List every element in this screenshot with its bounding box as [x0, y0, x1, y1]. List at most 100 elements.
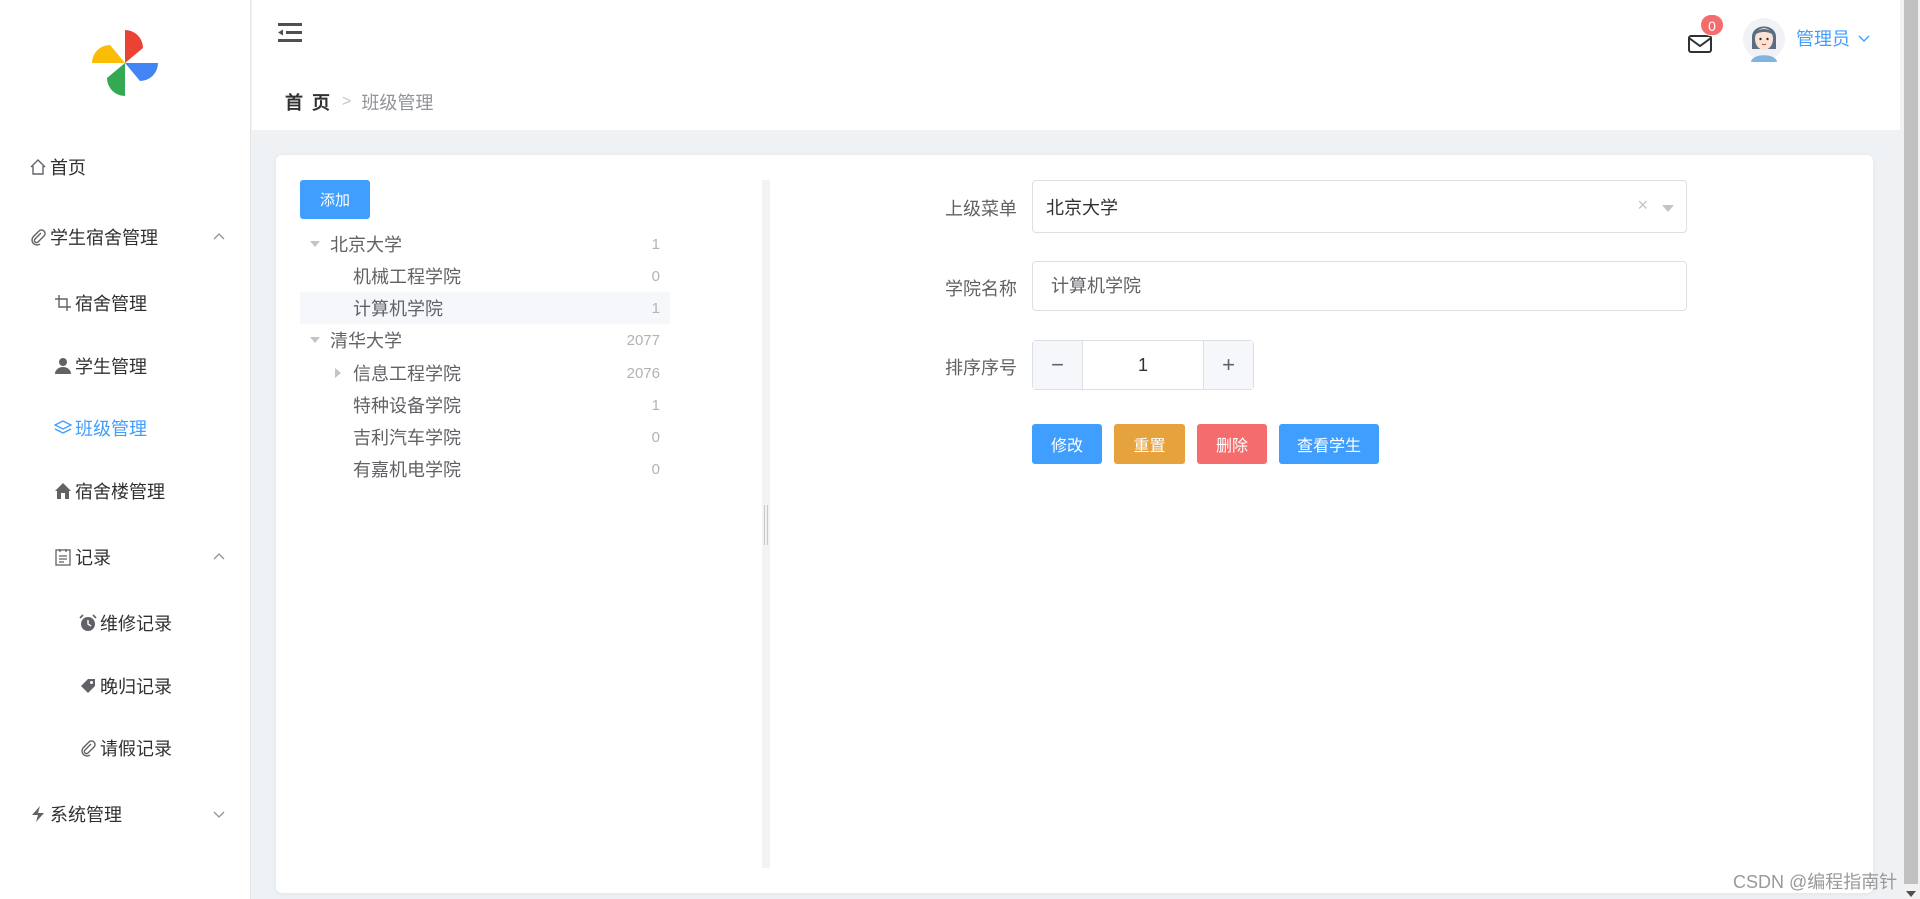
logo-icon — [92, 30, 158, 96]
sidebar-item-label: 宿舍楼管理 — [75, 482, 165, 502]
sidebar-item-system[interactable]: 系统管理 — [0, 794, 251, 834]
caret-right-icon[interactable] — [335, 368, 341, 378]
sidebar-item-label: 记录 — [75, 548, 111, 568]
sidebar-item-label: 请假记录 — [100, 739, 172, 759]
tree-node-special-equip[interactable]: 特种设备学院 1 — [300, 389, 670, 421]
clear-icon[interactable]: × — [1637, 195, 1648, 216]
scroll-down-icon[interactable] — [1906, 891, 1916, 897]
caret-down-icon[interactable] — [310, 337, 320, 343]
edit-button[interactable]: 修改 — [1032, 424, 1102, 464]
breadcrumb-separator-icon: > — [342, 93, 352, 110]
view-students-button[interactable]: 查看学生 — [1279, 424, 1379, 464]
tree-node-geely[interactable]: 吉利汽车学院 0 — [300, 421, 670, 453]
breadcrumb-home[interactable]: 首 页 — [285, 89, 332, 115]
decrement-button[interactable]: − — [1033, 341, 1083, 389]
watermark: CSDN @编程指南针 — [1733, 872, 1898, 892]
reset-button[interactable]: 重置 — [1114, 424, 1185, 464]
sidebar-item-building[interactable]: 宿舍楼管理 — [0, 471, 251, 511]
drag-handle[interactable] — [764, 505, 768, 545]
tree-node-tsinghua[interactable]: 清华大学 2077 — [300, 324, 670, 356]
tree-node-label: 吉利汽车学院 — [353, 428, 461, 448]
delete-button[interactable]: 删除 — [1197, 424, 1267, 464]
content-card: 添加 北京大学 1 机械工程学院 0 计算机学院 1 清华大学 2077 信息工… — [276, 155, 1873, 893]
sidebar-item-repair[interactable]: 维修记录 — [0, 603, 251, 643]
scrollbar-thumb[interactable] — [1904, 0, 1918, 884]
user-menu[interactable]: 管理员 — [1796, 25, 1870, 51]
sidebar-item-label: 宿舍管理 — [75, 294, 147, 314]
parent-menu-label: 上级菜单 — [945, 199, 1017, 219]
sidebar-item-label: 学生宿舍管理 — [50, 228, 158, 248]
avatar[interactable] — [1742, 15, 1786, 63]
sort-order-stepper: − 1 + — [1032, 340, 1254, 390]
sidebar-item-label: 班级管理 — [75, 419, 147, 439]
breadcrumb: 首 页 > 班级管理 — [285, 89, 433, 115]
tree-node-label: 清华大学 — [330, 331, 402, 351]
chevron-down-icon — [213, 811, 225, 818]
sort-order-label: 排序序号 — [945, 358, 1017, 378]
paperclip-icon — [28, 227, 48, 247]
caret-down-icon[interactable] — [310, 241, 320, 247]
add-button[interactable]: 添加 — [300, 180, 370, 219]
parent-menu-select[interactable]: 北京大学 × — [1032, 180, 1687, 233]
menu-fold-icon[interactable] — [278, 22, 304, 44]
tree-node-computer[interactable]: 计算机学院 1 — [300, 292, 670, 324]
split-pane-divider[interactable] — [762, 180, 770, 868]
tree-node-count: 0 — [651, 428, 660, 446]
tree-node-label: 特种设备学院 — [353, 396, 461, 416]
sidebar-item-label: 维修记录 — [100, 614, 172, 634]
paperclip-icon — [78, 738, 98, 758]
sidebar-item-student[interactable]: 学生管理 — [0, 346, 251, 386]
sidebar-item-label: 系统管理 — [50, 805, 122, 825]
tree-node-label: 机械工程学院 — [353, 267, 461, 287]
sidebar-item-label: 晚归记录 — [100, 677, 172, 697]
tree-node-label: 北京大学 — [330, 235, 402, 255]
college-name-input[interactable]: 计算机学院 — [1032, 261, 1687, 311]
document-icon — [53, 547, 73, 567]
college-name-label: 学院名称 — [945, 279, 1017, 299]
increment-button[interactable]: + — [1203, 341, 1253, 389]
tree-node-count: 0 — [651, 460, 660, 478]
home-icon — [28, 157, 48, 177]
sort-order-value[interactable]: 1 — [1083, 341, 1203, 389]
tree-node-pku[interactable]: 北京大学 1 — [300, 228, 670, 260]
chevron-up-icon — [213, 553, 225, 560]
sidebar-item-label: 学生管理 — [75, 357, 147, 377]
sidebar-item-label: 首页 — [50, 158, 86, 178]
tree-node-info-eng[interactable]: 信息工程学院 2076 — [300, 357, 670, 389]
sidebar-item-home[interactable]: 首页 — [0, 147, 251, 187]
tree-node-count: 0 — [651, 267, 660, 285]
sidebar-item-late-return[interactable]: 晚归记录 — [0, 666, 251, 706]
user-icon — [53, 356, 73, 376]
tree-node-count: 2077 — [626, 331, 660, 349]
chevron-up-icon — [213, 233, 225, 240]
sidebar-item-class[interactable]: 班级管理 — [0, 408, 251, 448]
tree-node-label: 信息工程学院 — [353, 364, 461, 384]
tag-icon — [78, 676, 98, 696]
notification-badge: 0 — [1700, 14, 1724, 36]
crop-icon — [53, 293, 73, 313]
tree-node-count: 1 — [651, 235, 660, 253]
tree-node-youjia[interactable]: 有嘉机电学院 0 — [300, 453, 670, 485]
tree-node-count: 1 — [651, 299, 660, 317]
tree-node-count: 1 — [651, 396, 660, 414]
page-scrollbar[interactable] — [1902, 0, 1920, 899]
sidebar-item-leave[interactable]: 请假记录 — [0, 728, 251, 768]
house-icon — [53, 481, 73, 501]
tree-node-count: 2076 — [626, 364, 660, 382]
header: 首 页 > 班级管理 0 管理员 — [252, 0, 1900, 130]
alarm-clock-icon — [78, 613, 98, 633]
chevron-down-icon — [1858, 35, 1870, 42]
caret-down-icon[interactable] — [1662, 205, 1674, 212]
tree-node-mechanical[interactable]: 机械工程学院 0 — [300, 260, 670, 292]
sidebar-item-records[interactable]: 记录 — [0, 537, 251, 577]
user-name: 管理员 — [1796, 29, 1850, 49]
sidebar: 首页 学生宿舍管理 宿舍管理 学生管理 班级管理 宿舍楼管理 记录 维修记录 晚… — [0, 0, 251, 899]
tree-node-label: 有嘉机电学院 — [353, 460, 461, 480]
tree-node-label: 计算机学院 — [353, 299, 443, 319]
sidebar-item-dorm[interactable]: 宿舍管理 — [0, 283, 251, 323]
sidebar-item-dorm-management[interactable]: 学生宿舍管理 — [0, 217, 251, 257]
breadcrumb-current: 班级管理 — [361, 93, 434, 113]
parent-menu-value: 北京大学 — [1046, 198, 1118, 218]
layers-icon — [53, 418, 73, 438]
lightning-icon — [28, 804, 48, 824]
